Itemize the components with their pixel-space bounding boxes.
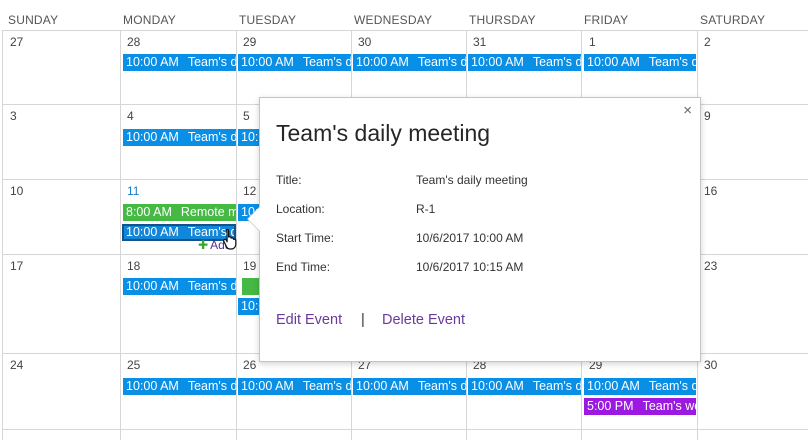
day-number[interactable]: 24 [10, 358, 23, 372]
edit-event-link[interactable]: Edit Event [276, 312, 342, 328]
day-number[interactable]: 25 [127, 358, 140, 372]
event-title: Team's weekly review [642, 399, 696, 413]
day-number[interactable]: 29 [243, 35, 256, 49]
day-name-tuesday: TUESDAY [239, 13, 297, 27]
day-number[interactable]: 28 [127, 35, 140, 49]
calendar-event[interactable]: 10:00 AM Team's daily meeting [122, 129, 236, 146]
event-title: Remote meeting [180, 205, 236, 219]
location-value: R-1 [416, 202, 436, 216]
close-icon[interactable]: × [683, 102, 692, 119]
grid-line [2, 30, 3, 440]
day-number[interactable]: 1 [589, 35, 596, 49]
event-time: 10:00 AM [241, 130, 259, 144]
event-title: Team's daily meeting [532, 379, 581, 393]
event-title: Team's daily meeting [417, 55, 466, 69]
location-label: Location: [276, 202, 325, 216]
calendar-event[interactable]: 5:00 PM Team's weekly review [583, 398, 696, 415]
event-title: Team's daily meeting [187, 279, 236, 293]
popup-pointer [248, 207, 260, 231]
link-separator: | [361, 312, 365, 328]
calendar-event[interactable]: 10:00 AM Team's daily meeting [237, 54, 351, 71]
day-number[interactable]: 4 [127, 109, 134, 123]
calendar-event[interactable]: 10:00 AM Team's daily meeting [467, 378, 581, 395]
calendar-event[interactable]: 10:00 AM Team's daily meeting [583, 378, 696, 395]
event-title: Team's daily meeting [648, 55, 696, 69]
day-number[interactable]: 5 [243, 109, 250, 123]
event-time: 10:00 AM [241, 299, 259, 313]
day-number[interactable]: 18 [127, 259, 140, 273]
calendar-event[interactable]: 8:00 AM Remote meeting [122, 204, 236, 221]
event-title: Team's daily meeting [648, 379, 696, 393]
day-number[interactable]: 31 [473, 35, 486, 49]
event-time: 10:00 AM [356, 379, 409, 393]
day-number[interactable]: 12 [243, 184, 256, 198]
title-value: Team's daily meeting [416, 173, 528, 187]
calendar-event[interactable]: 10:00 AM Team's daily meeting [583, 54, 696, 71]
event-time: 10:00 AM [587, 379, 640, 393]
calendar-event[interactable]: 10:00 AM Team's daily meeting [237, 378, 351, 395]
plus-icon: ✚ [198, 238, 209, 252]
hand-cursor-icon [223, 228, 237, 250]
event-title: Team's daily meeting [417, 379, 466, 393]
calendar-event[interactable]: 10:00 AM Team's daily meeting [352, 54, 466, 71]
day-name-sunday: SUNDAY [8, 13, 59, 27]
title-label: Title: [276, 173, 302, 187]
day-number[interactable]: 16 [704, 184, 717, 198]
event-time: 10:00 AM [471, 55, 524, 69]
calendar-event[interactable]: 10:00 AM Team's daily meeting [352, 378, 466, 395]
event-time: 10:00 AM [126, 279, 179, 293]
day-number[interactable]: 10 [10, 184, 23, 198]
event-time: 10:00 AM [356, 55, 409, 69]
end-time-label: End Time: [276, 260, 331, 274]
calendar-event[interactable]: 10:00 AM [237, 129, 259, 146]
event-title: Team's daily meeting [532, 55, 581, 69]
popup-title: Team's daily meeting [276, 120, 491, 146]
event-title: Team's daily meeting [187, 55, 236, 69]
start-time-label: Start Time: [276, 231, 335, 245]
day-name-saturday: SATURDAY [700, 13, 766, 27]
event-time: 10:00 AM [241, 55, 294, 69]
calendar-event[interactable]: 10:00 AM Team's daily meeting [467, 54, 581, 71]
event-time: 10:00 AM [241, 379, 294, 393]
day-number[interactable]: 3 [10, 109, 17, 123]
event-details-popup: × Team's daily meeting Title: Team's dai… [247, 97, 701, 362]
event-time: 10:00 AM [126, 55, 179, 69]
calendar-event[interactable] [241, 278, 259, 295]
event-title: Team's daily meeting [302, 379, 351, 393]
day-name-friday: FRIDAY [584, 13, 629, 27]
event-time: 10:00 AM [126, 379, 179, 393]
event-time: 10:00 AM [587, 55, 640, 69]
end-time-value: 10/6/2017 10:15 AM [416, 260, 524, 274]
day-number[interactable]: 9 [704, 109, 711, 123]
grid-line [2, 30, 808, 31]
delete-event-link[interactable]: Delete Event [382, 312, 465, 328]
calendar-event[interactable]: 10:00 AM Team's daily meeting [122, 378, 236, 395]
day-number[interactable]: 2 [704, 35, 711, 49]
grid-line [120, 30, 121, 440]
day-name-thursday: THURSDAY [469, 13, 536, 27]
day-number[interactable]: 27 [10, 35, 23, 49]
day-number[interactable]: 17 [10, 259, 23, 273]
start-time-value: 10/6/2017 10:00 AM [416, 231, 524, 245]
event-time: 10:00 AM [126, 225, 179, 239]
calendar-event[interactable]: 10:00 AM Team's daily meeting [122, 278, 236, 295]
day-name-wednesday: WEDNESDAY [354, 13, 433, 27]
event-time: 10:00 AM [471, 379, 524, 393]
event-time: 8:00 AM [126, 205, 172, 219]
day-number[interactable]: 30 [358, 35, 371, 49]
event-title: Team's daily meeting [302, 55, 351, 69]
event-time: 10:00 AM [126, 130, 179, 144]
calendar-event[interactable]: 10:00 AM Team's daily meeting [122, 54, 236, 71]
day-number[interactable]: 23 [704, 259, 717, 273]
event-time: 5:00 PM [587, 399, 634, 413]
event-title: Team's daily meeting [187, 379, 236, 393]
day-name-monday: MONDAY [123, 13, 176, 27]
calendar-event[interactable]: 10:00 AM [237, 298, 259, 315]
grid-line [2, 429, 808, 430]
event-title: Team's daily meeting [187, 130, 236, 144]
day-number[interactable]: 26 [243, 358, 256, 372]
day-number-today[interactable]: 11 [127, 184, 139, 198]
day-number[interactable]: 30 [704, 358, 717, 372]
day-number[interactable]: 19 [243, 259, 256, 273]
